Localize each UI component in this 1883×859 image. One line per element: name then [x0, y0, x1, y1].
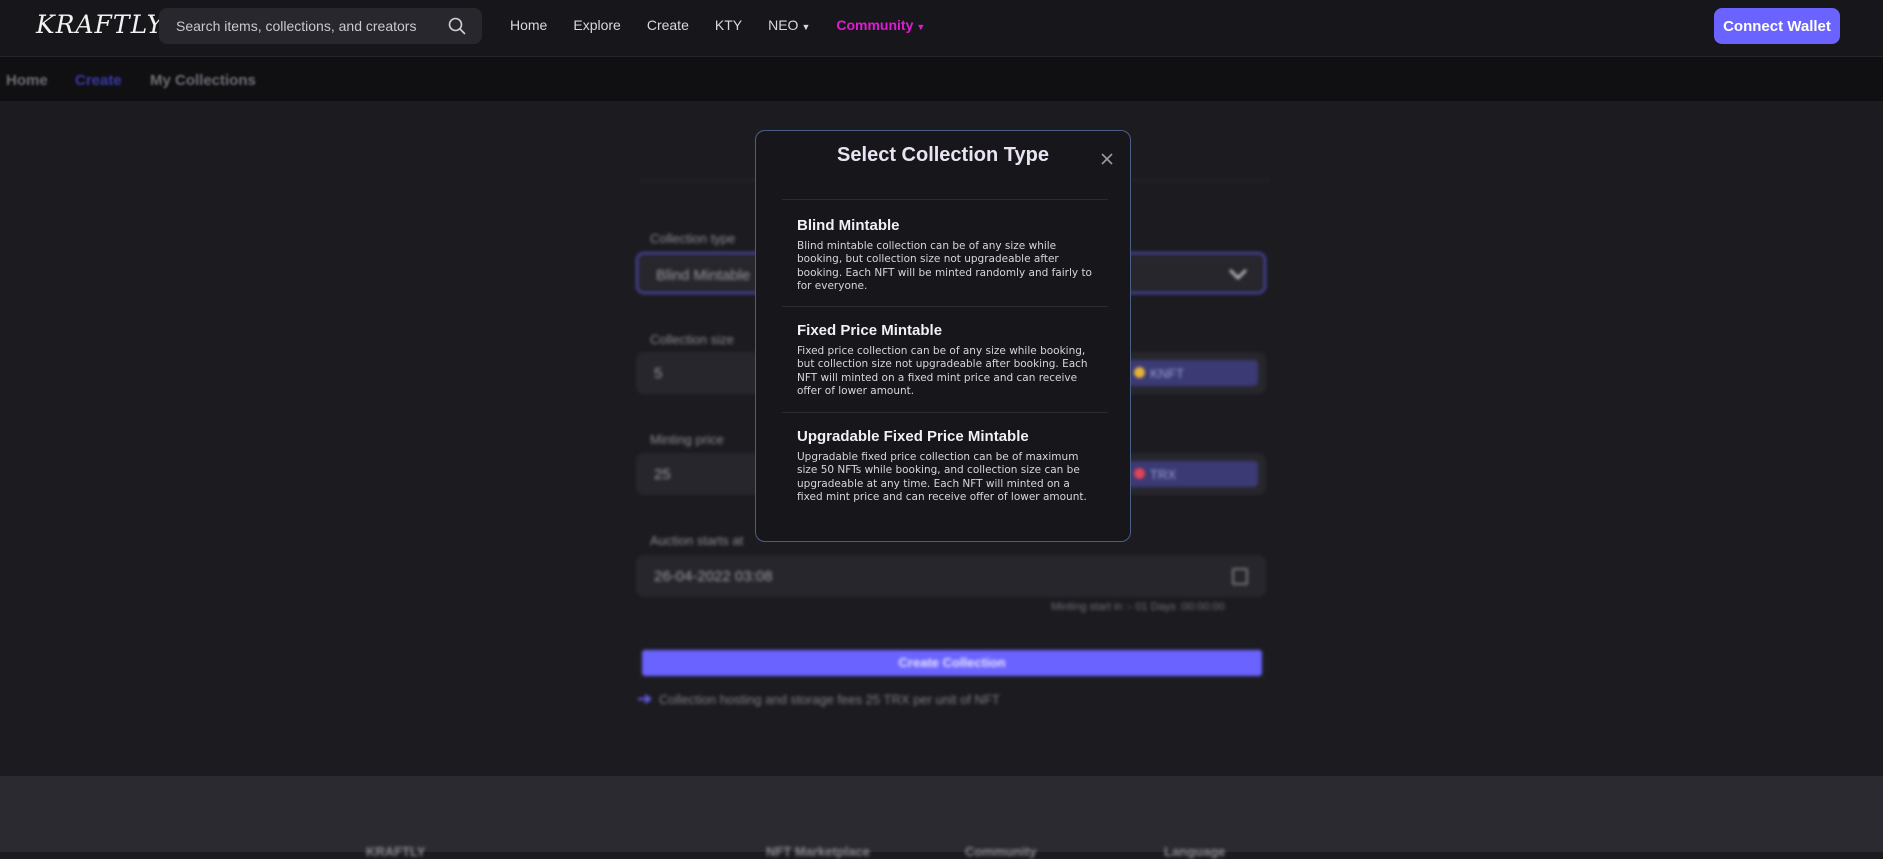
knft-token-select[interactable]: KNFT — [1128, 360, 1258, 386]
knft-token-icon — [1134, 367, 1145, 378]
trx-token-select[interactable]: TRX — [1128, 461, 1258, 487]
close-icon[interactable] — [1099, 151, 1115, 167]
auction-start-value: 26-04-2022 03:08 — [654, 568, 773, 585]
option-title: Blind Mintable — [797, 217, 900, 234]
minting-price-value: 25 — [654, 466, 671, 483]
auction-start-label: Auction starts at — [650, 533, 744, 548]
knft-token-label: KNFT — [1150, 366, 1184, 381]
modal-divider — [782, 306, 1108, 307]
collection-size-label: Collection size — [650, 332, 734, 347]
select-collection-type-modal: Select Collection Type Blind Mintable Bl… — [755, 130, 1131, 542]
create-collection-button[interactable]: Create Collection — [642, 650, 1262, 676]
minting-price-label: Minting price — [650, 432, 724, 447]
modal-title: Select Collection Type — [837, 144, 1049, 166]
option-blind-mintable[interactable]: Blind Mintable Blind mintable collection… — [797, 217, 1097, 294]
collection-size-value: 5 — [654, 365, 663, 382]
option-description: Upgradable fixed price collection can be… — [797, 451, 1087, 504]
chevron-down-icon — [1229, 269, 1247, 280]
auction-start-input[interactable]: 26-04-2022 03:08 — [636, 555, 1266, 597]
trx-token-label: TRX — [1150, 467, 1176, 482]
trx-token-icon — [1134, 468, 1145, 479]
calendar-icon[interactable] — [1232, 568, 1248, 585]
option-description: Fixed price collection can be of any siz… — [797, 345, 1088, 398]
option-title: Upgradable Fixed Price Mintable — [797, 428, 1029, 445]
collection-type-label: Collection type — [650, 231, 736, 246]
arrow-right-icon — [638, 694, 652, 704]
modal-divider — [782, 412, 1108, 413]
option-fixed-price-mintable[interactable]: Fixed Price Mintable Fixed price collect… — [797, 322, 1097, 399]
option-description: Blind mintable collection can be of any … — [797, 240, 1092, 293]
footer: KRAFTLY NFT Marketplace Community Langua… — [0, 776, 1883, 859]
option-title: Fixed Price Mintable — [797, 322, 943, 339]
option-upgradable-fixed-price-mintable[interactable]: Upgradable Fixed Price Mintable Upgradab… — [797, 428, 1097, 505]
collection-type-value: Blind Mintable — [656, 267, 751, 284]
modal-divider — [782, 199, 1108, 200]
fee-note: Collection hosting and storage fees 25 T… — [659, 692, 1000, 707]
minting-start-countdown: Minting start in :- 01 Days :00:00:00 — [1051, 601, 1225, 613]
